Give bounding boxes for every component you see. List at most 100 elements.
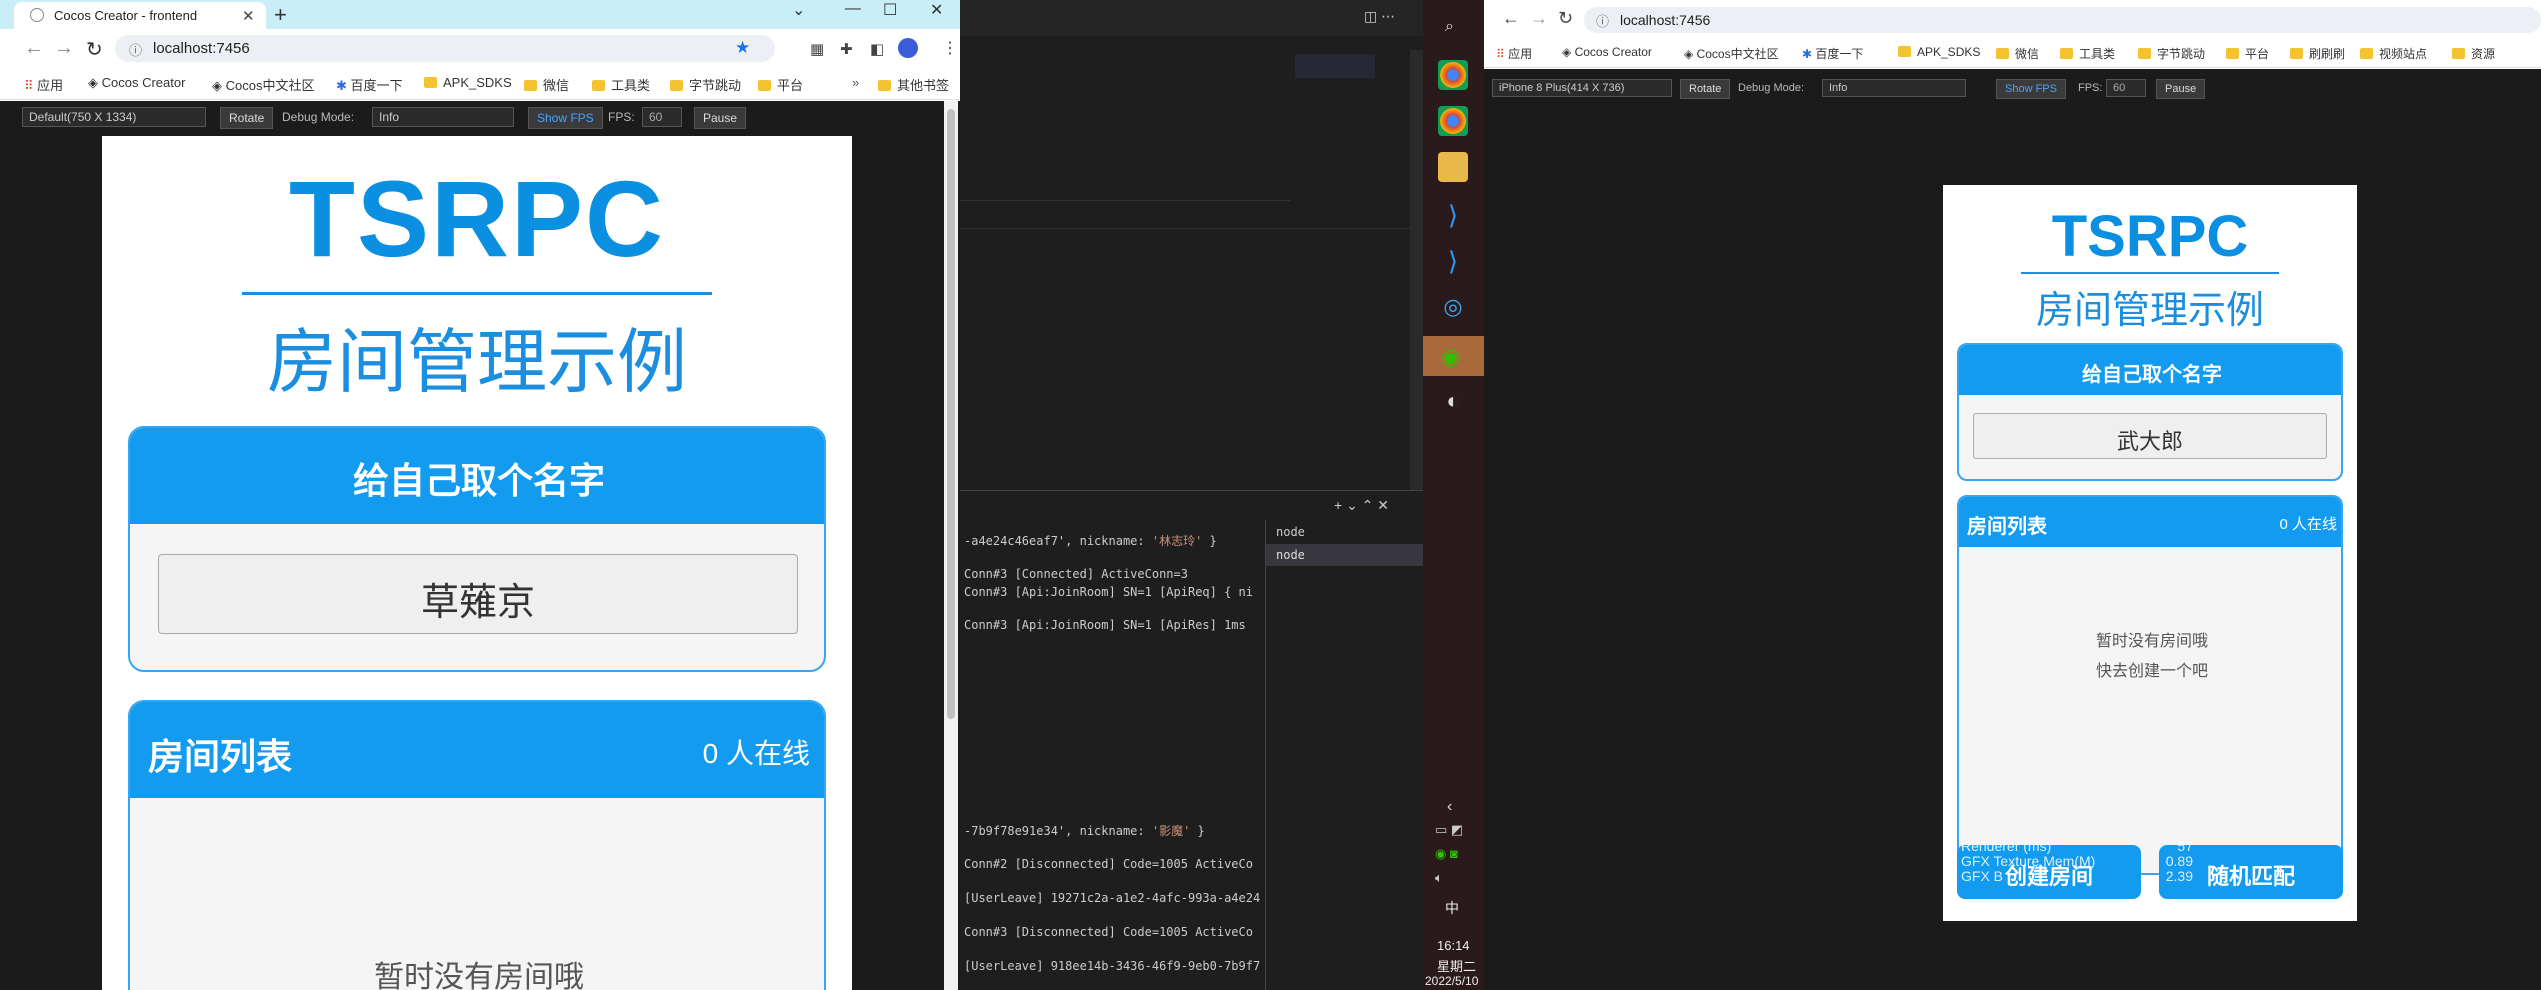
extensions-icon[interactable]: ✚	[840, 40, 853, 58]
bookmark-folder[interactable]: 刷刷刷	[2290, 45, 2345, 62]
vscode-icon[interactable]: ⟩	[1438, 200, 1468, 230]
rotate-button[interactable]: Rotate	[1680, 79, 1731, 99]
device-select[interactable]: Default(750 X 1334)	[22, 107, 206, 127]
terminal-list-item-active[interactable]: node	[1266, 544, 1423, 566]
editor-title-area	[960, 0, 1423, 36]
code-editor-window: ◫ ⋯ + ⌄ ⌃ ✕ node node -a4e24c46eaf7', ni…	[960, 0, 1423, 990]
fps-input[interactable]: 60	[2106, 79, 2146, 97]
new-tab-icon[interactable]: +	[274, 2, 287, 28]
bookmark-folder[interactable]: 资源	[2452, 45, 2495, 62]
terminal-line: Conn#3 [Connected] ActiveConn=3	[964, 567, 1188, 581]
terminal-list-item[interactable]: node	[1266, 522, 1423, 542]
file-explorer-icon[interactable]	[1438, 152, 1468, 182]
stat-value: 0.89	[2165, 853, 2193, 869]
tab-search-icon[interactable]: ⌄	[792, 0, 805, 20]
debug-mode-select[interactable]: Info	[372, 107, 514, 127]
profile-avatar[interactable]	[898, 38, 918, 58]
address-bar[interactable]: ⓘ localhost:7456 ★	[115, 35, 775, 62]
debug-mode-label: Debug Mode:	[282, 110, 355, 124]
bookmark-folder[interactable]: 字节跳动	[670, 75, 741, 94]
clock-time[interactable]: 16:14	[1437, 938, 1470, 953]
cast-icon[interactable]: ▦	[810, 40, 824, 58]
nickname-input[interactable]: 草薙京	[158, 554, 798, 634]
bookmark-item[interactable]: ✱ 百度一下	[336, 75, 403, 94]
nickname-input[interactable]: 武大郎	[1973, 413, 2327, 459]
tray-icons[interactable]: ▭ ◩	[1435, 822, 1463, 838]
vscode-icon[interactable]: ⟩	[1438, 246, 1468, 276]
maximize-icon[interactable]: ☐	[883, 0, 897, 20]
sidebar-icon[interactable]: ◧	[870, 40, 884, 58]
volume-icon[interactable]: 🔈︎	[1435, 870, 1443, 886]
wechat-taskbar-active[interactable]: ◉	[1423, 336, 1484, 376]
room-list-header: 房间列表 0 人在线	[1959, 497, 2341, 547]
bookmark-folder[interactable]: 工具类	[2060, 45, 2115, 62]
tab-close-icon[interactable]: ✕	[242, 7, 255, 25]
chrome-icon[interactable]	[1438, 106, 1468, 136]
bookmark-folder[interactable]: APK_SDKS	[1898, 45, 1980, 59]
browser-tab[interactable]: Cocos Creator - frontend ✕	[14, 2, 266, 29]
online-count: 0 人在线	[702, 738, 810, 769]
back-icon[interactable]: ←	[1502, 8, 1520, 29]
rotate-button[interactable]: Rotate	[220, 107, 274, 129]
tray-wechat-icon[interactable]: ◉ ◙	[1435, 846, 1458, 862]
minimize-icon[interactable]: —	[845, 0, 861, 18]
reload-icon[interactable]: ↻	[86, 37, 103, 62]
app-icon[interactable]: ◐	[1438, 388, 1468, 418]
chrome-icon[interactable]	[1438, 60, 1468, 90]
bookmark-folder[interactable]: 工具类	[592, 75, 650, 94]
fps-stats-values: 57 0.89 2.39	[2153, 839, 2193, 884]
editor-divider	[960, 228, 1423, 229]
debug-mode-select[interactable]: Info	[1822, 79, 1966, 97]
preview-toolbar: Default(750 X 1334) Rotate Debug Mode: I…	[22, 107, 922, 137]
close-window-icon[interactable]: ✕	[930, 0, 943, 20]
editor-scrollbar[interactable]	[1410, 50, 1423, 490]
editor-actions[interactable]: ◫ ⋯	[1364, 8, 1395, 25]
stat-label: GFX Texture Mem(M)	[1961, 853, 2096, 869]
show-fps-button[interactable]: Show FPS	[1996, 79, 2066, 99]
menu-icon[interactable]: ⋮	[942, 38, 958, 58]
pause-button[interactable]: Pause	[694, 107, 747, 129]
show-fps-button[interactable]: Show FPS	[528, 107, 603, 129]
bookmark-folder[interactable]: 字节跳动	[2138, 45, 2205, 62]
pause-button[interactable]: Pause	[2156, 79, 2206, 99]
bookmark-star-icon[interactable]: ★	[735, 38, 750, 58]
minimap[interactable]	[1295, 54, 1375, 78]
fps-input[interactable]: 60	[642, 107, 682, 127]
empty-room-hint: 快去创建一个吧	[2095, 663, 2208, 680]
forward-icon[interactable]: →	[54, 37, 74, 60]
bookmark-folder[interactable]: 视频站点	[2360, 45, 2427, 62]
address-bar[interactable]: ⓘ localhost:7456	[1584, 7, 2541, 33]
bookmark-folder[interactable]: APK_SDKS	[424, 75, 512, 90]
bookmark-folder[interactable]: 平台	[758, 75, 803, 94]
device-select[interactable]: iPhone 8 Plus(414 X 736)	[1492, 79, 1672, 97]
reload-icon[interactable]: ↻	[1558, 8, 1573, 29]
tab-title: Cocos Creator - frontend	[54, 8, 198, 23]
back-icon[interactable]: ←	[24, 37, 44, 60]
bookmark-item[interactable]: ◈ Cocos中文社区	[1684, 45, 1779, 62]
bookmark-item[interactable]: ◈ Cocos Creator	[88, 75, 185, 91]
terminal-panel-controls[interactable]: + ⌄ ⌃ ✕	[1334, 497, 1389, 514]
preview-viewport: iPhone 8 Plus(414 X 736) Rotate Debug Mo…	[1484, 69, 2541, 990]
bookmark-folder[interactable]: 微信	[524, 75, 569, 94]
more-bookmarks-icon[interactable]: »	[852, 75, 859, 90]
ime-indicator[interactable]: 中	[1445, 898, 1459, 918]
forward-icon[interactable]: →	[1530, 8, 1548, 29]
bookmark-apps[interactable]: ⠿ 应用	[24, 75, 63, 94]
scrollbar-thumb[interactable]	[947, 109, 955, 719]
bookmark-folder[interactable]: 平台	[2226, 45, 2269, 62]
terminal-line: -7b9f78e91e34', nickname: '影魔' }	[964, 824, 1205, 838]
bookmark-folder[interactable]: 微信	[1996, 45, 2039, 62]
app-icon[interactable]: ◎	[1438, 294, 1468, 324]
preview-toolbar: iPhone 8 Plus(414 X 736) Rotate Debug Mo…	[1492, 79, 2206, 109]
wechat-icon: ◉	[1441, 344, 1461, 369]
windows-taskbar: ⌕ ⟩ ⟩ ◎ ◉ ◐ ‹ ▭ ◩ ◉ ◙ 🔈︎ 中 16:14 星期二 202…	[1423, 0, 1484, 990]
search-icon[interactable]: ⌕	[1445, 18, 1454, 36]
page-scrollbar[interactable]	[944, 101, 958, 990]
fps-label: FPS:	[2078, 82, 2103, 94]
tray-expand-icon[interactable]: ‹	[1447, 798, 1452, 816]
other-bookmarks[interactable]: 其他书签	[878, 75, 949, 94]
bookmark-apps[interactable]: ⠿ 应用	[1496, 45, 1532, 62]
bookmark-item[interactable]: ◈ Cocos中文社区	[212, 75, 314, 94]
bookmark-item[interactable]: ◈ Cocos Creator	[1562, 45, 1652, 59]
bookmark-item[interactable]: ✱ 百度一下	[1802, 45, 1863, 62]
